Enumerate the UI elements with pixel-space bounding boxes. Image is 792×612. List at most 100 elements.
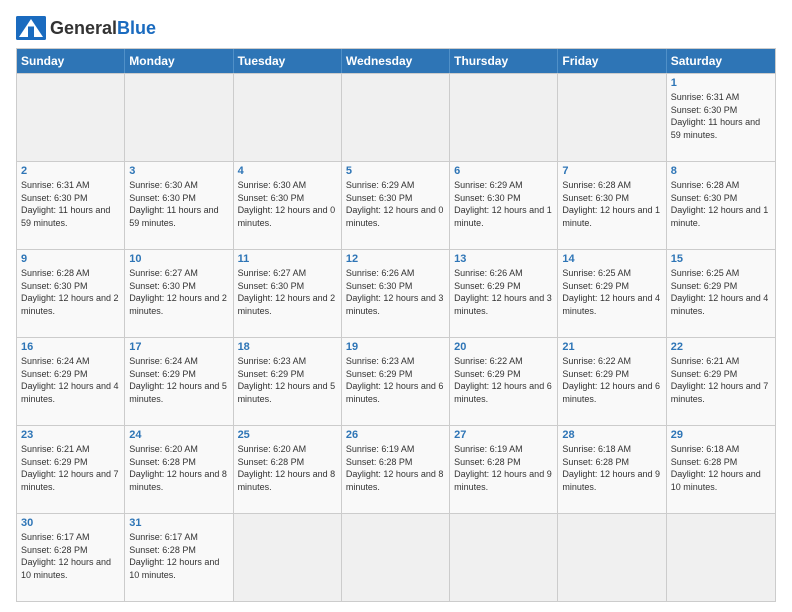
- cal-cell: [125, 74, 233, 161]
- header: GeneralBlue: [16, 16, 776, 40]
- cal-row-4: 23Sunrise: 6:21 AM Sunset: 6:29 PM Dayli…: [17, 425, 775, 513]
- cal-cell: 23Sunrise: 6:21 AM Sunset: 6:29 PM Dayli…: [17, 426, 125, 513]
- cell-info: Sunrise: 6:17 AM Sunset: 6:28 PM Dayligh…: [129, 531, 228, 581]
- page: GeneralBlue SundayMondayTuesdayWednesday…: [0, 0, 792, 612]
- cell-info: Sunrise: 6:23 AM Sunset: 6:29 PM Dayligh…: [238, 355, 337, 405]
- cal-cell: [342, 514, 450, 601]
- cell-info: Sunrise: 6:30 AM Sunset: 6:30 PM Dayligh…: [129, 179, 228, 229]
- cal-header-friday: Friday: [558, 49, 666, 73]
- cal-cell: 21Sunrise: 6:22 AM Sunset: 6:29 PM Dayli…: [558, 338, 666, 425]
- day-number: 3: [129, 165, 228, 177]
- day-number: 6: [454, 165, 553, 177]
- cal-cell: 7 Sunrise: 6:28 AM Sunset: 6:30 PM Daylig…: [558, 162, 666, 249]
- day-number: 28: [562, 429, 661, 441]
- day-number: 8: [671, 165, 771, 177]
- cell-info: Sunrise: 6:18 AM Sunset: 6:28 PM Dayligh…: [562, 443, 661, 493]
- cal-cell: 4 Sunrise: 6:30 AM Sunset: 6:30 PM Daylig…: [234, 162, 342, 249]
- cal-header-saturday: Saturday: [667, 49, 775, 73]
- day-number: 4: [238, 165, 337, 177]
- day-number: 1: [671, 77, 771, 89]
- day-number: 31: [129, 517, 228, 529]
- day-number: 22: [671, 341, 771, 353]
- cell-info: Sunrise: 6:30 AM Sunset: 6:30 PM Dayligh…: [238, 179, 337, 229]
- cal-header-wednesday: Wednesday: [342, 49, 450, 73]
- cell-info: Sunrise: 6:26 AM Sunset: 6:30 PM Dayligh…: [346, 267, 445, 317]
- cal-row-1: 2Sunrise: 6:31 AM Sunset: 6:30 PM Daylig…: [17, 161, 775, 249]
- cal-cell: 17 Sunrise: 6:24 AM Sunset: 6:29 PM Dayli…: [125, 338, 233, 425]
- cal-cell: 29 Sunrise: 6:18 AM Sunset: 6:28 PM Dayli…: [667, 426, 775, 513]
- day-number: 26: [346, 429, 445, 441]
- calendar-body: 1 Sunrise: 6:31 AM Sunset: 6:30 PM Daylig…: [17, 73, 775, 601]
- cal-cell: 28 Sunrise: 6:18 AM Sunset: 6:28 PM Dayli…: [558, 426, 666, 513]
- cal-cell: 13Sunrise: 6:26 AM Sunset: 6:29 PM Dayli…: [450, 250, 558, 337]
- cal-row-3: 16 Sunrise: 6:24 AM Sunset: 6:29 PM Dayli…: [17, 337, 775, 425]
- cal-cell: 25Sunrise: 6:20 AM Sunset: 6:28 PM Dayli…: [234, 426, 342, 513]
- cal-cell: [558, 74, 666, 161]
- day-number: 10: [129, 253, 228, 265]
- cal-cell: [342, 74, 450, 161]
- cell-info: Sunrise: 6:22 AM Sunset: 6:29 PM Dayligh…: [562, 355, 661, 405]
- cell-info: Sunrise: 6:17 AM Sunset: 6:28 PM Dayligh…: [21, 531, 120, 581]
- cal-cell: 27 Sunrise: 6:19 AM Sunset: 6:28 PM Dayli…: [450, 426, 558, 513]
- day-number: 9: [21, 253, 120, 265]
- cal-header-tuesday: Tuesday: [234, 49, 342, 73]
- cal-row-5: 30 Sunrise: 6:17 AM Sunset: 6:28 PM Dayli…: [17, 513, 775, 601]
- cell-info: Sunrise: 6:18 AM Sunset: 6:28 PM Dayligh…: [671, 443, 771, 493]
- logo: GeneralBlue: [16, 16, 156, 40]
- cell-info: Sunrise: 6:23 AM Sunset: 6:29 PM Dayligh…: [346, 355, 445, 405]
- cell-info: Sunrise: 6:29 AM Sunset: 6:30 PM Dayligh…: [454, 179, 553, 229]
- cell-info: Sunrise: 6:19 AM Sunset: 6:28 PM Dayligh…: [454, 443, 553, 493]
- cell-info: Sunrise: 6:31 AM Sunset: 6:30 PM Dayligh…: [671, 91, 771, 141]
- cell-info: Sunrise: 6:20 AM Sunset: 6:28 PM Dayligh…: [129, 443, 228, 493]
- cell-info: Sunrise: 6:25 AM Sunset: 6:29 PM Dayligh…: [562, 267, 661, 317]
- cal-header-thursday: Thursday: [450, 49, 558, 73]
- day-number: 14: [562, 253, 661, 265]
- cal-row-2: 9 Sunrise: 6:28 AM Sunset: 6:30 PM Daylig…: [17, 249, 775, 337]
- cell-info: Sunrise: 6:25 AM Sunset: 6:29 PM Dayligh…: [671, 267, 771, 317]
- cal-cell: 18Sunrise: 6:23 AM Sunset: 6:29 PM Dayli…: [234, 338, 342, 425]
- cal-cell: [234, 514, 342, 601]
- cal-header-monday: Monday: [125, 49, 233, 73]
- cal-cell: [234, 74, 342, 161]
- day-number: 12: [346, 253, 445, 265]
- cal-cell: 9 Sunrise: 6:28 AM Sunset: 6:30 PM Daylig…: [17, 250, 125, 337]
- day-number: 27: [454, 429, 553, 441]
- day-number: 13: [454, 253, 553, 265]
- calendar: SundayMondayTuesdayWednesdayThursdayFrid…: [16, 48, 776, 602]
- cell-info: Sunrise: 6:27 AM Sunset: 6:30 PM Dayligh…: [129, 267, 228, 317]
- day-number: 30: [21, 517, 120, 529]
- cal-cell: 15 Sunrise: 6:25 AM Sunset: 6:29 PM Dayli…: [667, 250, 775, 337]
- logo-icon: [16, 16, 46, 40]
- cal-cell: 1 Sunrise: 6:31 AM Sunset: 6:30 PM Daylig…: [667, 74, 775, 161]
- cal-cell: [450, 74, 558, 161]
- day-number: 2: [21, 165, 120, 177]
- day-number: 16: [21, 341, 120, 353]
- cal-cell: 20Sunrise: 6:22 AM Sunset: 6:29 PM Dayli…: [450, 338, 558, 425]
- day-number: 15: [671, 253, 771, 265]
- cal-cell: 10 Sunrise: 6:27 AM Sunset: 6:30 PM Dayli…: [125, 250, 233, 337]
- cell-info: Sunrise: 6:28 AM Sunset: 6:30 PM Dayligh…: [21, 267, 120, 317]
- cal-cell: 22Sunrise: 6:21 AM Sunset: 6:29 PM Dayli…: [667, 338, 775, 425]
- day-number: 17: [129, 341, 228, 353]
- cal-cell: 19Sunrise: 6:23 AM Sunset: 6:29 PM Dayli…: [342, 338, 450, 425]
- calendar-header-row: SundayMondayTuesdayWednesdayThursdayFrid…: [17, 49, 775, 73]
- day-number: 25: [238, 429, 337, 441]
- cal-cell: 2Sunrise: 6:31 AM Sunset: 6:30 PM Daylig…: [17, 162, 125, 249]
- cal-cell: 11Sunrise: 6:27 AM Sunset: 6:30 PM Dayli…: [234, 250, 342, 337]
- cell-info: Sunrise: 6:29 AM Sunset: 6:30 PM Dayligh…: [346, 179, 445, 229]
- day-number: 7: [562, 165, 661, 177]
- cal-header-sunday: Sunday: [17, 49, 125, 73]
- cal-cell: 24Sunrise: 6:20 AM Sunset: 6:28 PM Dayli…: [125, 426, 233, 513]
- cal-cell: 16Sunrise: 6:24 AM Sunset: 6:29 PM Dayli…: [17, 338, 125, 425]
- cal-cell: 30 Sunrise: 6:17 AM Sunset: 6:28 PM Dayli…: [17, 514, 125, 601]
- cal-cell: 3 Sunrise: 6:30 AM Sunset: 6:30 PM Daylig…: [125, 162, 233, 249]
- cell-info: Sunrise: 6:24 AM Sunset: 6:29 PM Dayligh…: [129, 355, 228, 405]
- cell-info: Sunrise: 6:28 AM Sunset: 6:30 PM Dayligh…: [562, 179, 661, 229]
- cal-cell: [558, 514, 666, 601]
- cal-cell: 8Sunrise: 6:28 AM Sunset: 6:30 PM Daylig…: [667, 162, 775, 249]
- cal-cell: 6 Sunrise: 6:29 AM Sunset: 6:30 PM Daylig…: [450, 162, 558, 249]
- day-number: 29: [671, 429, 771, 441]
- cell-info: Sunrise: 6:21 AM Sunset: 6:29 PM Dayligh…: [21, 443, 120, 493]
- cal-row-0: 1 Sunrise: 6:31 AM Sunset: 6:30 PM Daylig…: [17, 73, 775, 161]
- cal-cell: [17, 74, 125, 161]
